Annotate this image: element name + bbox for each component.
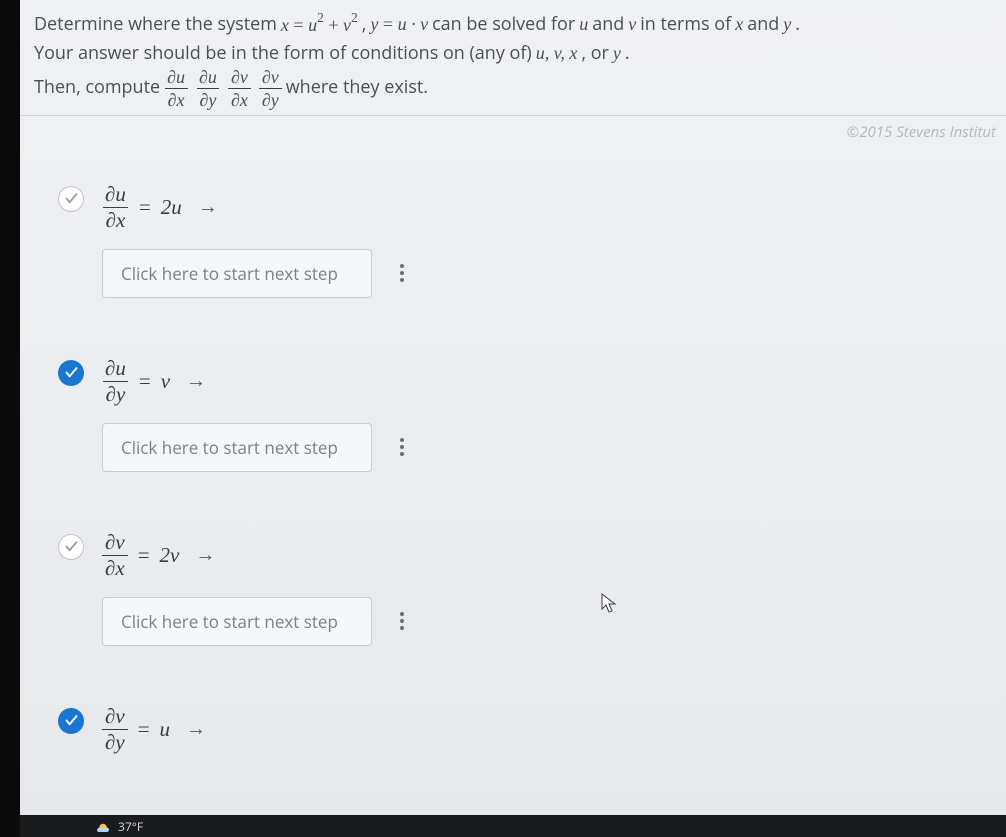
equals: = — [138, 717, 150, 742]
next-step-button[interactable]: Click here to start next step — [102, 423, 372, 472]
answer-equation: ∂v ∂y = u → — [102, 706, 1006, 753]
answer-block: ∂u ∂x = 2u → Click here to start next st… — [54, 170, 1006, 344]
partial-frac: ∂v ∂x — [228, 68, 251, 109]
answer-block: ∂v ∂y = u → — [54, 692, 1006, 753]
equals: = — [139, 195, 151, 220]
rhs: v — [161, 369, 170, 394]
prompt-text: and — [592, 11, 624, 39]
prompt-text: Your answer should be in the form of con… — [34, 40, 532, 68]
equation-2: y = u · v — [370, 11, 428, 39]
taskbar-temperature: 37°F — [118, 818, 143, 835]
arrow-icon: → — [192, 196, 218, 219]
arrow-icon: → — [189, 544, 215, 567]
status-pending-icon — [58, 186, 84, 212]
var-y: y — [783, 11, 791, 39]
rhs: u — [160, 717, 171, 742]
status-pending-icon — [58, 534, 84, 560]
equation-1: x = u2 + v2 — [281, 10, 358, 40]
partial-frac: ∂v ∂y — [102, 706, 128, 753]
rhs: 2v — [160, 543, 180, 568]
more-menu-icon[interactable] — [390, 606, 414, 636]
arrow-icon: → — [180, 370, 206, 393]
prompt-text: can be solved for — [432, 11, 575, 39]
status-correct-icon — [58, 360, 84, 386]
var-v: v — [628, 11, 636, 39]
prompt-line-1: Determine where the system x = u2 + v2 ,… — [34, 10, 988, 40]
taskbar[interactable]: 37°F — [20, 815, 1006, 837]
prompt-text: in terms of — [640, 11, 731, 39]
prompt-text: . — [795, 11, 800, 39]
answer-block: ∂u ∂y = v → Click here to start next ste… — [54, 344, 1006, 518]
partial-frac: ∂v ∂y — [259, 68, 282, 109]
prompt-line-2: Your answer should be in the form of con… — [34, 40, 988, 68]
prompt-sep: , — [362, 11, 367, 39]
prompt-text: . — [625, 40, 630, 68]
weather-icon — [94, 817, 112, 835]
answer-equation: ∂u ∂y = v → — [102, 358, 1006, 405]
next-step-button[interactable]: Click here to start next step — [102, 249, 372, 298]
answer-equation: ∂v ∂x = 2v → — [102, 532, 1006, 579]
partial-frac: ∂u ∂y — [196, 68, 220, 109]
var-u: u — [579, 11, 588, 39]
prompt-text: Determine where the system — [34, 11, 277, 39]
prompt-line-3: Then, compute ∂u ∂x ∂u ∂y ∂v ∂x ∂v ∂y wh… — [34, 68, 988, 109]
partial-frac: ∂u ∂x — [164, 68, 188, 109]
question-prompt: Determine where the system x = u2 + v2 ,… — [20, 0, 1006, 116]
copyright-text: ©2015 Stevens Institut — [20, 116, 1006, 158]
prompt-text: , or — [581, 40, 609, 68]
more-menu-icon[interactable] — [390, 258, 414, 288]
more-menu-icon[interactable] — [390, 432, 414, 462]
equals: = — [139, 369, 151, 394]
arrow-icon: → — [180, 718, 206, 741]
answer-equation: ∂u ∂x = 2u → — [102, 184, 1006, 231]
next-step-button[interactable]: Click here to start next step — [102, 597, 372, 646]
answers-region: ∂u ∂x = 2u → Click here to start next st… — [20, 158, 1006, 753]
equals: = — [138, 543, 150, 568]
partial-frac: ∂u ∂y — [102, 358, 129, 405]
prompt-text: where they exist. — [286, 74, 428, 102]
prompt-text: Then, compute — [34, 74, 160, 102]
partial-frac: ∂v ∂x — [102, 532, 128, 579]
var-list: u, v, x — [536, 40, 578, 68]
var-y: y — [613, 40, 621, 68]
status-correct-icon — [58, 708, 84, 734]
rhs: 2u — [161, 195, 182, 220]
var-x: x — [735, 11, 743, 39]
partial-frac: ∂u ∂x — [102, 184, 129, 231]
prompt-text: and — [747, 11, 779, 39]
answer-block: ∂v ∂x = 2v → Click here to start next st… — [54, 518, 1006, 692]
